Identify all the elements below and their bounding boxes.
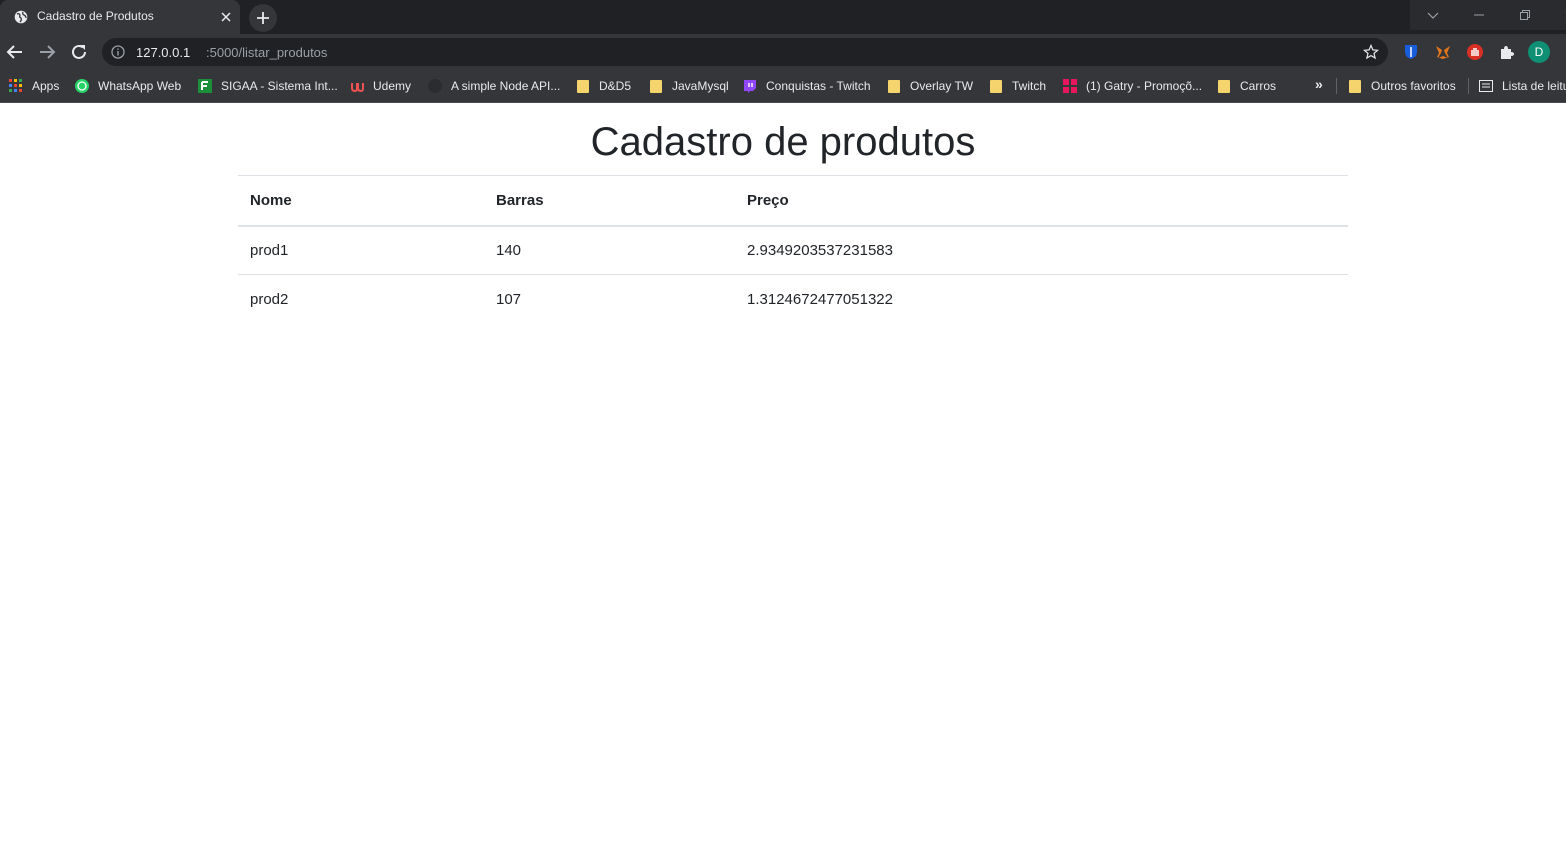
folder-icon bbox=[990, 80, 1002, 93]
cell-preco: 2.9349203537231583 bbox=[735, 225, 1348, 275]
bookmark-label: WhatsApp Web bbox=[98, 79, 182, 93]
restore-button[interactable] bbox=[1502, 0, 1548, 30]
info-icon[interactable] bbox=[111, 45, 125, 59]
metamask-extension-icon[interactable] bbox=[1434, 43, 1452, 61]
address-bar[interactable]: 127.0.0.1 :5000/listar_produtos bbox=[102, 38, 1388, 66]
browser-tab[interactable]: Cadastro de Produtos bbox=[0, 0, 240, 34]
github-icon bbox=[428, 79, 442, 93]
hand-stop-extension-icon[interactable] bbox=[1466, 43, 1484, 61]
url-host: 127.0.0.1 bbox=[136, 45, 191, 60]
twitch-icon bbox=[744, 80, 756, 93]
bookmark-label: A simple Node API... bbox=[451, 79, 561, 93]
bookmark-label: D&D5 bbox=[599, 79, 632, 93]
bookmark-label: Conquistas - Twitch bbox=[766, 79, 871, 93]
minimize-icon bbox=[1474, 14, 1484, 16]
puzzle-extensions-icon[interactable] bbox=[1498, 43, 1516, 61]
cell-barras: 107 bbox=[496, 290, 522, 308]
page-title: Cadastro de produtos bbox=[590, 120, 976, 164]
forward-arrow-icon[interactable] bbox=[36, 41, 58, 63]
tab-title: Cadastro de Produtos bbox=[37, 9, 154, 23]
table-header-row: Nome Barras Preço bbox=[238, 175, 1348, 227]
globe-icon bbox=[14, 10, 28, 24]
whatsapp-icon bbox=[75, 79, 89, 93]
tab-strip: Cadastro de Produtos bbox=[0, 0, 1566, 34]
close-window-button[interactable] bbox=[1548, 0, 1566, 30]
folder-icon bbox=[1218, 80, 1230, 93]
cell-nome: prod2 bbox=[250, 290, 289, 308]
url-path: :5000/listar_produtos bbox=[206, 45, 328, 60]
udemy-icon bbox=[351, 83, 364, 93]
cell-preco: 1.3124672477051322 bbox=[747, 290, 893, 308]
minimize-button[interactable] bbox=[1456, 0, 1502, 30]
apps-grid-icon bbox=[9, 79, 22, 92]
bookmark-label: Overlay TW bbox=[910, 79, 974, 93]
reload-icon[interactable] bbox=[68, 41, 90, 63]
column-header-preco: Preço bbox=[735, 175, 1348, 227]
folder-icon bbox=[577, 80, 589, 93]
folder-icon bbox=[888, 80, 900, 93]
folder-icon bbox=[1349, 80, 1361, 93]
bookmark-label: Carros bbox=[1240, 79, 1277, 93]
bookmark-label: (1) Gatry - Promoçõ... bbox=[1086, 79, 1203, 93]
column-header-nome: Nome bbox=[238, 175, 484, 227]
table-row: prod2 107 1.3124672477051322 bbox=[238, 275, 1348, 324]
column-header-barras: Barras bbox=[484, 175, 735, 227]
bookmark-label: Udemy bbox=[373, 79, 412, 93]
bookmark-label: Outros favoritos bbox=[1371, 79, 1456, 93]
cell-nome: prod1 bbox=[238, 225, 484, 275]
bookmark-label: SIGAA - Sistema Int... bbox=[221, 79, 338, 93]
restore-icon bbox=[1520, 10, 1530, 20]
back-arrow-icon[interactable] bbox=[4, 41, 26, 63]
bookmarks-divider bbox=[1336, 78, 1337, 94]
bookmarks-bar: Apps WhatsApp Web SIGAA - Sistema Int...… bbox=[0, 70, 1566, 103]
more-bookmarks-chevron-icon[interactable]: » bbox=[1315, 76, 1323, 92]
products-table: Nome Barras Preço prod1 140 2.9349203537… bbox=[238, 175, 1348, 324]
table-row: prod1 140 2.9349203537231583 bbox=[238, 225, 1348, 275]
bitwarden-extension-icon[interactable] bbox=[1402, 43, 1420, 61]
sigaa-icon bbox=[198, 79, 212, 93]
profile-avatar[interactable]: D bbox=[1528, 41, 1550, 63]
browser-toolbar: 127.0.0.1 :5000/listar_produtos D bbox=[0, 34, 1566, 70]
new-tab-button[interactable] bbox=[249, 4, 277, 32]
cell-barras: 140 bbox=[484, 225, 735, 275]
bookmark-label: Twitch bbox=[1012, 79, 1047, 93]
gatry-icon bbox=[1063, 79, 1077, 93]
folder-icon bbox=[650, 80, 662, 93]
close-tab-icon[interactable] bbox=[219, 10, 233, 24]
plus-icon bbox=[257, 12, 269, 24]
bookmark-label: Apps bbox=[32, 79, 60, 93]
bookmark-label: JavaMysql bbox=[672, 79, 729, 93]
chevron-down-icon bbox=[1427, 12, 1439, 19]
bookmark-star-icon[interactable] bbox=[1363, 44, 1379, 60]
bookmark-label: Lista de leitu bbox=[1502, 79, 1566, 93]
bookmarks-divider bbox=[1468, 78, 1469, 94]
reading-list-icon bbox=[1479, 80, 1493, 92]
tab-search-button[interactable] bbox=[1410, 0, 1456, 30]
